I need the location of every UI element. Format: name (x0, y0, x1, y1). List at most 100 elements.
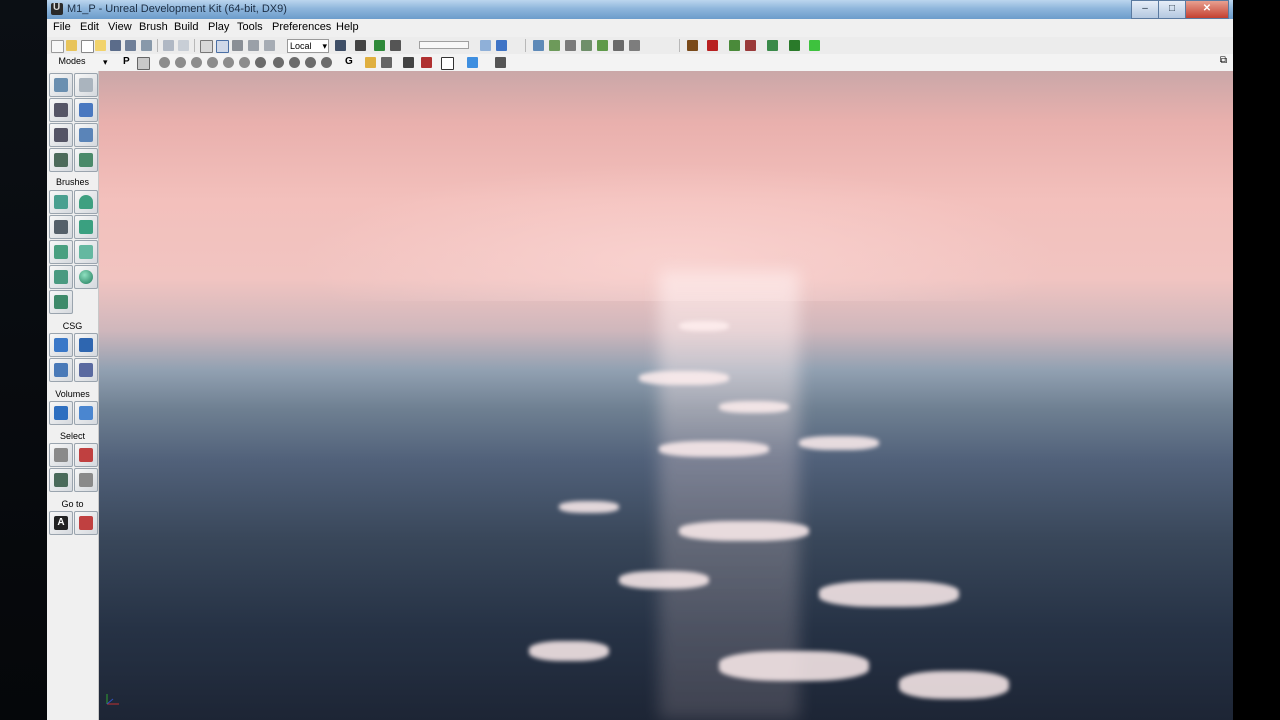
mobile-preview-icon[interactable] (767, 40, 778, 51)
sphere-brush-button[interactable] (74, 265, 98, 289)
actor-icon[interactable] (613, 40, 624, 51)
cone-brush-button[interactable] (74, 190, 98, 214)
csg-add-button[interactable] (49, 333, 73, 357)
favorites-icon[interactable] (95, 40, 106, 51)
matinee-icon[interactable] (390, 40, 401, 51)
build-lighting-icon[interactable] (549, 40, 560, 51)
viewport-options-icon[interactable] (495, 57, 506, 68)
save-icon[interactable] (110, 40, 121, 51)
menu-tools[interactable]: Tools (237, 21, 263, 33)
build-geometry-icon[interactable] (533, 40, 544, 51)
shader-complexity-icon[interactable] (289, 57, 300, 68)
level-streaming-icon[interactable] (403, 57, 414, 68)
content-browser-icon[interactable] (355, 40, 366, 51)
brush-wireframe-icon[interactable] (175, 57, 186, 68)
menu-view[interactable]: View (108, 21, 132, 33)
chevron-down-icon[interactable]: ▾ (103, 57, 108, 68)
save-current-icon[interactable] (141, 40, 152, 51)
open-icon[interactable] (66, 40, 77, 51)
cylinder-brush-button[interactable] (74, 215, 98, 239)
sheet-brush-button[interactable] (74, 240, 98, 264)
wireframe-icon[interactable] (159, 57, 170, 68)
cube-brush-button[interactable] (49, 190, 73, 214)
detail-lighting-icon[interactable] (223, 57, 234, 68)
zoom-slider[interactable] (419, 41, 469, 49)
matinee-preview-icon[interactable] (421, 57, 432, 68)
camera-icon[interactable] (629, 40, 640, 51)
game-view-button[interactable]: G (345, 56, 353, 67)
spiral-stair-brush-button[interactable] (49, 265, 73, 289)
play-in-viewport-icon[interactable] (789, 40, 800, 51)
hide-selected-button[interactable] (74, 443, 98, 467)
redo-icon[interactable] (178, 40, 189, 51)
invert-selection-button[interactable] (49, 468, 73, 492)
lit-icon[interactable] (207, 57, 218, 68)
build-paths-icon[interactable] (565, 40, 576, 51)
csg-deintersect-button[interactable] (74, 358, 98, 382)
menu-preferences[interactable]: Preferences (272, 21, 331, 33)
menu-build[interactable]: Build (174, 21, 198, 33)
volumetric-brush-button[interactable] (49, 290, 73, 314)
new-icon[interactable] (51, 40, 64, 53)
coordinate-system-select[interactable]: Local (287, 39, 329, 53)
curved-stair-brush-button[interactable] (49, 215, 73, 239)
lock-icon[interactable] (365, 57, 376, 68)
view-grid-icon[interactable] (480, 40, 491, 51)
close-button[interactable]: ✕ (1185, 0, 1229, 19)
save-all-icon[interactable] (125, 40, 136, 51)
title-bar[interactable]: M1_P - Unreal Development Kit (64-bit, D… (47, 0, 1233, 19)
find-icon[interactable] (335, 40, 346, 51)
foliage-mode-button[interactable] (74, 148, 98, 172)
csg-subtract-button[interactable] (74, 333, 98, 357)
maximize-viewport-icon[interactable] (441, 57, 454, 70)
stop-icon[interactable] (745, 40, 756, 51)
texture-mode-button[interactable] (49, 123, 73, 147)
build-all-icon[interactable] (597, 40, 608, 51)
show-all-button[interactable] (74, 468, 98, 492)
maximize-button[interactable]: □ (1158, 0, 1186, 19)
play-in-editor-icon[interactable] (809, 40, 820, 51)
translate-icon[interactable] (216, 40, 229, 53)
camera-mode-button[interactable] (49, 73, 73, 97)
csg-intersect-button[interactable] (49, 358, 73, 382)
menu-play[interactable]: Play (208, 21, 229, 33)
goto-actor-button[interactable]: A (49, 511, 73, 535)
unlit-icon[interactable] (191, 57, 202, 68)
reflections-icon[interactable] (321, 57, 332, 68)
scale-icon[interactable] (248, 40, 259, 51)
linear-stair-brush-button[interactable] (49, 240, 73, 264)
show-selected-button[interactable] (49, 443, 73, 467)
undo-icon[interactable] (163, 40, 174, 51)
minimize-button[interactable]: – (1131, 0, 1159, 19)
terrain-mode-button[interactable] (49, 98, 73, 122)
rotate-icon[interactable] (232, 40, 243, 51)
view-mode-icon[interactable] (496, 40, 507, 51)
menu-file[interactable]: File (53, 21, 71, 33)
restore-viewport-icon[interactable]: ⧉ (1220, 55, 1227, 66)
menu-help[interactable]: Help (336, 21, 359, 33)
realtime-icon[interactable] (137, 57, 150, 70)
build-cover-icon[interactable] (581, 40, 592, 51)
matinee-director-icon[interactable] (687, 40, 698, 51)
perspective-viewport[interactable] (99, 71, 1233, 720)
goto-builder-brush-button[interactable] (74, 511, 98, 535)
record-icon[interactable] (707, 40, 718, 51)
eye-icon[interactable] (381, 57, 392, 68)
menu-brush[interactable]: Brush (139, 21, 168, 33)
mesh-paint-mode-button[interactable] (74, 123, 98, 147)
add-volume-button[interactable] (49, 401, 73, 425)
console-icon[interactable] (729, 40, 740, 51)
light-complexity-icon[interactable] (255, 57, 266, 68)
menu-edit[interactable]: Edit (80, 21, 99, 33)
move-mode-button[interactable] (74, 98, 98, 122)
geometry-mode-button[interactable] (74, 73, 98, 97)
lighting-only-icon[interactable] (239, 57, 250, 68)
nonuniform-scale-icon[interactable] (264, 40, 275, 51)
kismet-icon[interactable] (374, 40, 385, 51)
texture-density-icon[interactable] (273, 57, 284, 68)
dropdown-icon[interactable] (81, 40, 94, 53)
lightmap-density-icon[interactable] (305, 57, 316, 68)
play-in-viewport-icon[interactable] (467, 57, 478, 68)
add-special-volume-button[interactable] (74, 401, 98, 425)
perspective-button[interactable]: P (123, 56, 130, 67)
